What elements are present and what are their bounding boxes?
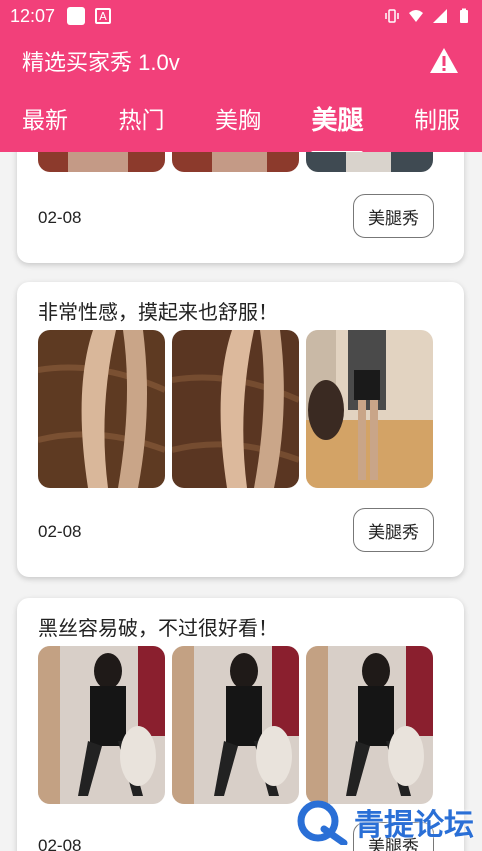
post-date: 02-08 [38, 208, 82, 227]
post-thumbnail[interactable] [38, 152, 165, 172]
tab-legs[interactable]: 美腿 [311, 100, 364, 155]
wifi-icon [409, 10, 423, 22]
post-thumbnail[interactable] [38, 646, 165, 804]
post-thumbnails [38, 330, 433, 488]
post-thumbnail[interactable] [172, 646, 299, 804]
post-thumbnails [38, 152, 433, 172]
post-feed[interactable]: 02-08 美腿秀 非常性感，摸起来也舒服！ 02-08 美腿秀 黑丝容易破，不… [0, 152, 482, 851]
post-thumbnails [38, 646, 433, 804]
post-thumbnail[interactable] [306, 646, 433, 804]
status-time: 12:07 [10, 5, 56, 26]
battery-icon [460, 8, 468, 23]
tab-chest[interactable]: 美胸 [215, 101, 261, 141]
post-date: 02-08 [38, 522, 82, 541]
tag-button[interactable]: 美腿秀 [353, 508, 434, 552]
category-tabs: 最新 热门 美胸 美腿 制服 [0, 90, 482, 155]
app-title: 精选买家秀 1.0v [22, 50, 180, 75]
post-card[interactable]: 02-08 美腿秀 [17, 152, 464, 263]
post-text: 黑丝容易破，不过很好看！ [38, 616, 278, 640]
tag-button[interactable]: 美腿秀 [353, 194, 434, 238]
post-thumbnail[interactable] [306, 152, 433, 172]
status-bar: 12:07 A [0, 0, 482, 32]
signal-icon [433, 9, 447, 23]
post-thumbnail[interactable] [306, 330, 433, 488]
post-text: 非常性感，摸起来也舒服！ [38, 300, 278, 324]
app-bar: 精选买家秀 1.0v [0, 32, 482, 90]
post-thumbnail[interactable] [172, 152, 299, 172]
watermark: 青提论坛 [294, 799, 474, 845]
tab-latest[interactable]: 最新 [22, 101, 68, 141]
vibrate-icon [385, 9, 399, 23]
post-date: 02-08 [38, 836, 82, 851]
tab-uniform[interactable]: 制服 [414, 101, 460, 141]
tab-hot[interactable]: 热门 [118, 101, 164, 141]
post-thumbnail[interactable] [172, 330, 299, 488]
warning-icon[interactable] [428, 45, 460, 77]
a-notification-icon: A [95, 8, 112, 24]
watermark-text: 青提论坛 [354, 808, 474, 843]
post-card[interactable]: 非常性感，摸起来也舒服！ 02-08 美腿秀 [17, 282, 464, 577]
notification-square-icon [67, 7, 86, 25]
post-thumbnail[interactable] [38, 330, 165, 488]
watermark-logo-icon [297, 800, 348, 845]
